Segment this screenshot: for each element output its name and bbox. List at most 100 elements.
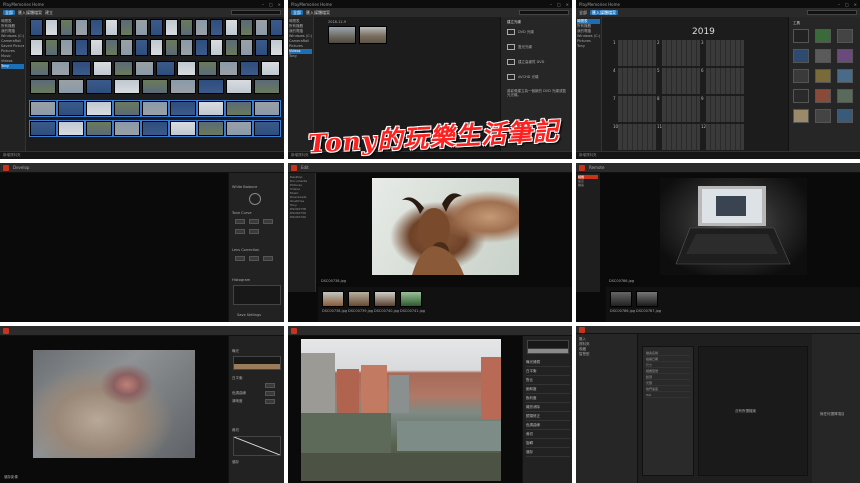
tool-icon[interactable] bbox=[815, 49, 831, 63]
adjust-button[interactable] bbox=[249, 256, 259, 261]
photo-thumbnail[interactable] bbox=[225, 39, 238, 56]
calendar-month[interactable]: 8 bbox=[657, 96, 700, 122]
photo-thumbnail[interactable] bbox=[198, 79, 224, 94]
adjust-menu-item[interactable]: 儲存 bbox=[526, 448, 570, 457]
photo-thumbnail[interactable] bbox=[198, 61, 217, 76]
adjust-button[interactable] bbox=[265, 391, 275, 396]
photo-thumbnail[interactable] bbox=[150, 19, 163, 36]
photo-thumbnail[interactable] bbox=[240, 61, 259, 76]
adjust-button[interactable] bbox=[265, 383, 275, 388]
tool-icon[interactable] bbox=[837, 29, 853, 43]
photo-thumbnail[interactable] bbox=[169, 100, 197, 117]
photo-thumbnail[interactable] bbox=[165, 19, 178, 36]
photo-thumbnail[interactable] bbox=[57, 100, 85, 117]
maximize-icon[interactable]: □ bbox=[269, 2, 273, 7]
photo-thumbnail[interactable] bbox=[135, 61, 154, 76]
photo-thumbnail[interactable] bbox=[141, 100, 169, 117]
photo-thumbnail[interactable] bbox=[253, 100, 281, 117]
tab-all[interactable]: 全部 bbox=[291, 10, 303, 15]
dial-icon[interactable] bbox=[249, 193, 261, 205]
tool-icon[interactable] bbox=[815, 69, 831, 83]
adjust-button[interactable] bbox=[235, 256, 245, 261]
sidebar-item[interactable]: Tony bbox=[289, 54, 312, 59]
calendar-month[interactable]: 9 bbox=[701, 96, 744, 122]
photo-thumbnail[interactable] bbox=[58, 79, 84, 94]
sidebar-item[interactable]: Tony bbox=[577, 44, 600, 49]
tool-icon[interactable] bbox=[793, 69, 809, 83]
tool-icon[interactable] bbox=[815, 109, 831, 123]
photo-thumbnail[interactable] bbox=[105, 39, 118, 56]
photo-thumbnail[interactable] bbox=[60, 39, 73, 56]
film-thumbnail[interactable] bbox=[400, 291, 422, 307]
close-icon[interactable]: × bbox=[854, 2, 857, 7]
photo-thumbnail[interactable] bbox=[90, 39, 103, 56]
close-icon[interactable]: × bbox=[566, 2, 569, 7]
photo-thumbnail[interactable] bbox=[156, 61, 175, 76]
curve-graph[interactable] bbox=[233, 436, 281, 456]
minimize-icon[interactable]: – bbox=[838, 2, 840, 7]
minimize-icon[interactable]: – bbox=[550, 2, 552, 7]
photo-thumbnail[interactable] bbox=[225, 19, 238, 36]
photo-thumbnail[interactable] bbox=[170, 79, 196, 94]
adjust-button[interactable] bbox=[265, 399, 275, 404]
photo-thumbnail[interactable] bbox=[270, 39, 283, 56]
option-bluray[interactable]: 藍光光碟 bbox=[507, 44, 532, 50]
photo-thumbnail[interactable] bbox=[29, 120, 57, 137]
photo-thumbnail[interactable] bbox=[253, 120, 281, 137]
calendar-month[interactable]: 6 bbox=[701, 68, 744, 94]
photo-thumbnail[interactable] bbox=[255, 39, 268, 56]
tab-all[interactable]: 全部 bbox=[579, 10, 587, 16]
calendar-month[interactable]: 3 bbox=[701, 40, 744, 66]
minimize-icon[interactable]: – bbox=[262, 2, 264, 7]
adjust-menu-item[interactable]: 銳利度 bbox=[526, 394, 570, 403]
photo-thumbnail[interactable] bbox=[75, 39, 88, 56]
photo-thumbnail[interactable] bbox=[45, 39, 58, 56]
tool-icon[interactable] bbox=[837, 49, 853, 63]
film-thumbnail[interactable] bbox=[322, 291, 344, 307]
adjust-menu-item[interactable]: 旋轉 bbox=[526, 439, 570, 448]
photo-thumbnail[interactable] bbox=[93, 61, 112, 76]
tab-all[interactable]: 全部 bbox=[3, 10, 15, 15]
photo-thumbnail[interactable] bbox=[114, 61, 133, 76]
photo-thumbnail[interactable] bbox=[85, 100, 113, 117]
adjust-button[interactable] bbox=[249, 219, 259, 224]
photo-thumbnail[interactable] bbox=[240, 39, 253, 56]
photo-thumbnail[interactable] bbox=[120, 19, 133, 36]
photo-thumbnail[interactable] bbox=[225, 120, 253, 137]
tool-icon[interactable] bbox=[793, 109, 809, 123]
photo-thumbnail[interactable] bbox=[120, 39, 133, 56]
tab-create[interactable]: 建立 bbox=[45, 10, 53, 16]
adjust-menu-item[interactable]: 色調曲線 bbox=[526, 421, 570, 430]
photo-thumbnail[interactable] bbox=[60, 19, 73, 36]
photo-thumbnail[interactable] bbox=[30, 61, 49, 76]
photo-thumbnail[interactable] bbox=[226, 79, 252, 94]
option-dvd[interactable]: DVD 光碟 bbox=[507, 29, 534, 35]
photo-thumbnail[interactable] bbox=[270, 19, 283, 36]
calendar-month[interactable]: 4 bbox=[613, 68, 656, 94]
tab-import[interactable]: 匯入媒體檔案 bbox=[306, 10, 330, 16]
adjust-menu-item[interactable]: 飽和度 bbox=[526, 385, 570, 394]
maximize-icon[interactable]: □ bbox=[845, 2, 849, 7]
calendar-month[interactable]: 7 bbox=[613, 96, 656, 122]
photo-thumbnail[interactable] bbox=[177, 61, 196, 76]
left-item[interactable]: 智慧型 bbox=[579, 352, 634, 357]
photo-thumbnail[interactable] bbox=[85, 120, 113, 137]
tool-icon[interactable] bbox=[793, 89, 809, 103]
adjust-button[interactable] bbox=[235, 219, 245, 224]
photo-thumbnail[interactable] bbox=[254, 79, 280, 94]
option-hd-dvd[interactable]: 建立高畫質 DVD bbox=[507, 59, 544, 65]
film-thumbnail[interactable] bbox=[348, 291, 370, 307]
tab-import[interactable]: 匯入媒體檔案 bbox=[590, 10, 618, 15]
tool-icon[interactable] bbox=[815, 89, 831, 103]
adjust-menu-item[interactable]: 白平衡 bbox=[526, 367, 570, 376]
photo-thumbnail[interactable] bbox=[113, 100, 141, 117]
photo-thumbnail[interactable] bbox=[30, 79, 56, 94]
film-thumbnail[interactable] bbox=[610, 291, 632, 307]
adjust-button[interactable] bbox=[249, 229, 259, 234]
tool-icon[interactable] bbox=[793, 49, 809, 63]
photo-thumbnail[interactable] bbox=[90, 19, 103, 36]
photo-thumbnail[interactable] bbox=[141, 120, 169, 137]
option-avchd[interactable]: AVCHD 光碟 bbox=[507, 74, 538, 80]
photo-thumbnail[interactable] bbox=[45, 19, 58, 36]
adjust-button[interactable] bbox=[263, 256, 273, 261]
